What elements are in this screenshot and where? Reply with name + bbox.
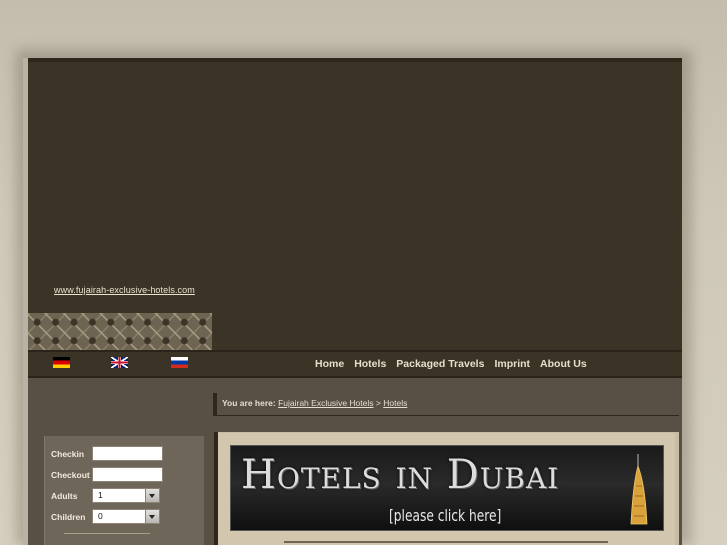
checkin-label: Checkin <box>51 449 85 459</box>
burj-al-arab-icon <box>630 454 648 525</box>
children-label: Children <box>51 512 86 522</box>
hotels-dubai-banner[interactable]: Hotels in Dubai [please click here] <box>230 445 664 531</box>
nav-item-hotels[interactable]: Hotels <box>354 358 386 370</box>
adults-select-value: 1 <box>98 490 103 500</box>
breadcrumb-label: You are here: <box>222 398 276 408</box>
adults-label: Adults <box>51 491 78 501</box>
nav-item-imprint[interactable]: Imprint <box>494 358 530 370</box>
site-url-link[interactable]: www.fujairah-exclusive-hotels.com <box>54 285 195 295</box>
chevron-down-icon[interactable] <box>145 510 159 523</box>
breadcrumb-separator: > <box>375 398 381 408</box>
form-divider <box>64 533 150 534</box>
breadcrumb: You are here: Fujairah Exclusive Hotels … <box>222 398 407 408</box>
breadcrumb-link-hotels[interactable]: Hotels <box>383 398 407 408</box>
header-top-line <box>28 58 682 62</box>
children-select-value: 0 <box>98 511 103 521</box>
nav-item-packaged-travels[interactable]: Packaged Travels <box>396 358 484 370</box>
breadcrumb-link-home[interactable]: Fujairah Exclusive Hotels <box>278 398 373 408</box>
children-select[interactable]: 0 <box>92 509 160 524</box>
main-divider <box>284 541 608 543</box>
uk-flag-icon[interactable] <box>111 357 128 368</box>
checkout-field[interactable] <box>92 467 163 482</box>
german-flag-icon[interactable] <box>53 357 70 368</box>
adults-select[interactable]: 1 <box>92 488 160 503</box>
chevron-down-icon[interactable] <box>145 489 159 502</box>
ornament-pattern <box>28 313 212 350</box>
checkout-label: Checkout <box>51 470 90 480</box>
russian-flag-icon[interactable] <box>171 357 188 368</box>
main-nav: Home Hotels Packaged Travels Imprint Abo… <box>315 358 587 370</box>
banner-subtitle: [please click here] <box>389 506 502 525</box>
checkin-field[interactable] <box>92 446 163 461</box>
nav-item-about-us[interactable]: About Us <box>540 358 587 370</box>
nav-item-home[interactable]: Home <box>315 358 344 370</box>
banner-title: Hotels in Dubai <box>241 452 560 498</box>
